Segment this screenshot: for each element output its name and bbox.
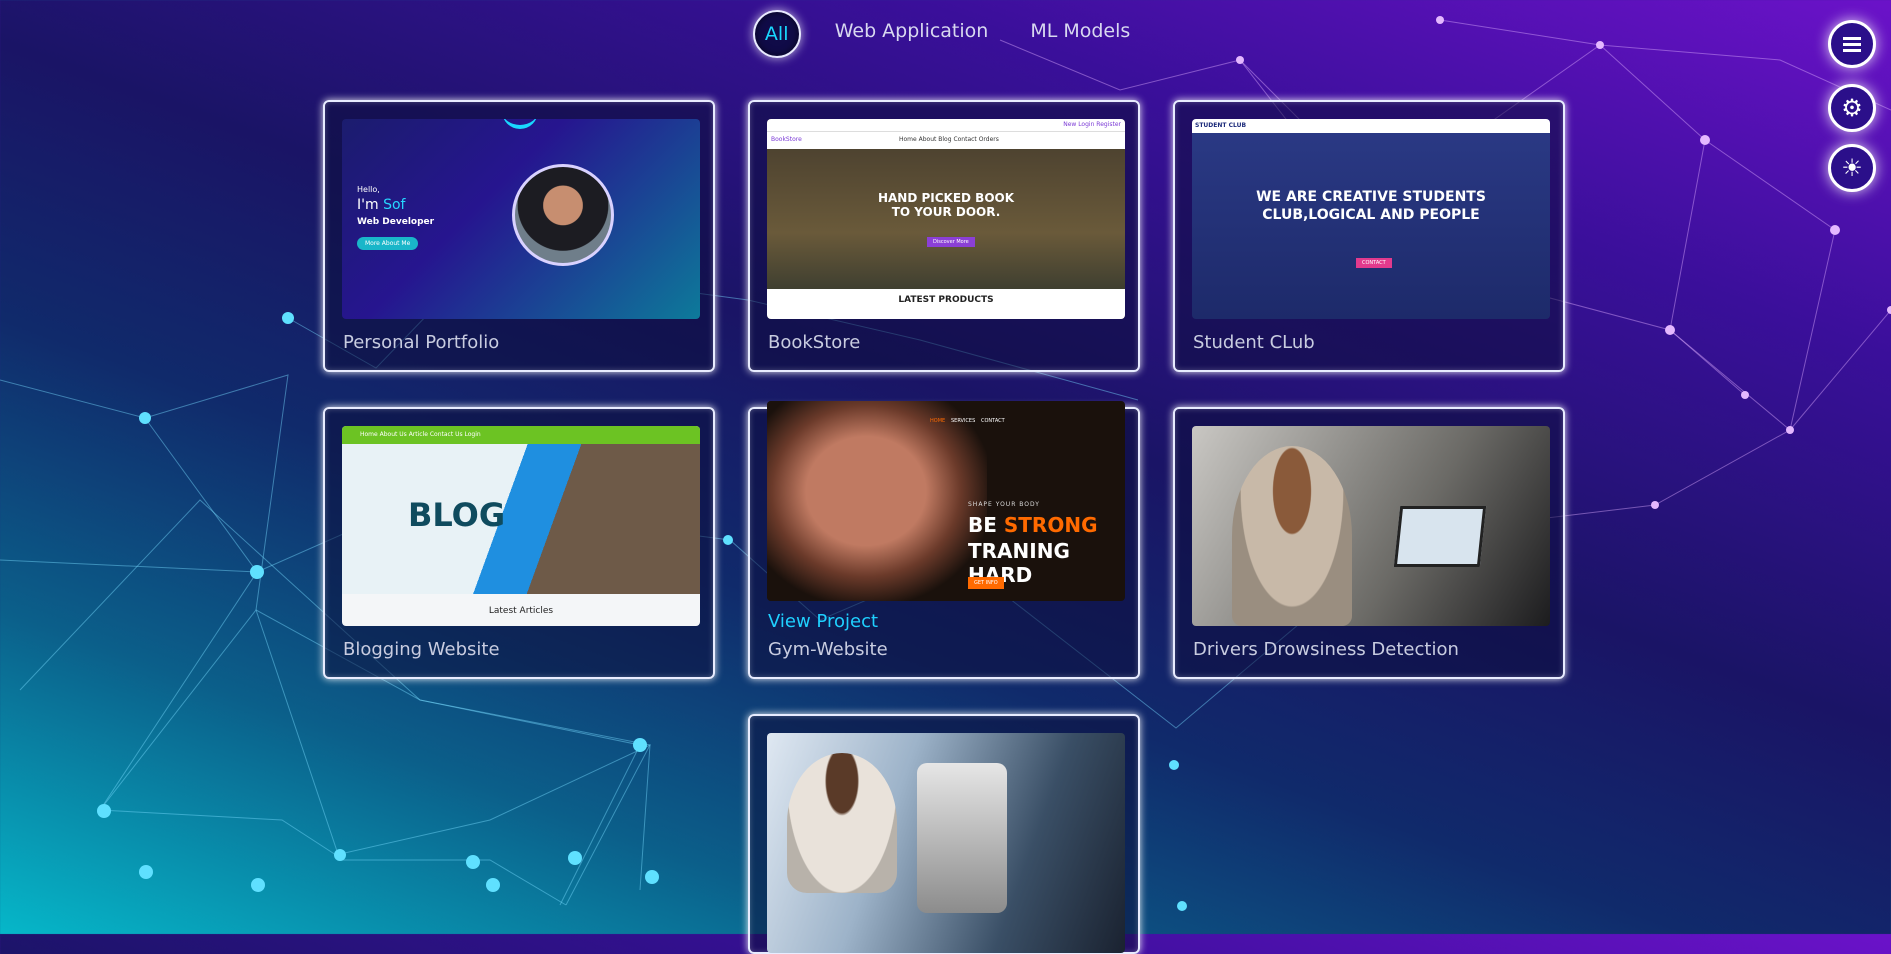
- thumb-role: Web Developer: [357, 217, 435, 227]
- filter-ml-models[interactable]: ML Models: [1022, 10, 1138, 58]
- thumb-intro: I'm Sof: [357, 197, 406, 213]
- settings-button[interactable]: ⚙: [1828, 84, 1876, 132]
- thumb-cta: CONTACT: [1356, 258, 1392, 268]
- thumb-nav: Home About Us Article Contact Us Login: [360, 431, 481, 438]
- project-title: Personal Portfolio: [343, 332, 500, 353]
- project-thumbnail: New Login Register BookStore Home About …: [767, 119, 1125, 319]
- project-card-gym-website[interactable]: HOME SERVICES CONTACT SHAPE YOUR BODY BE…: [748, 401, 1140, 679]
- thumb-section-title: LATEST PRODUCTS: [898, 295, 994, 305]
- thumb-top-links: New Login Register: [1063, 121, 1121, 128]
- project-thumbnail: STUDENT CLUB WE ARE CREATIVE STUDENTS CL…: [1192, 119, 1550, 319]
- project-thumbnail: [1192, 426, 1550, 626]
- thumb-cta: GET INFO: [968, 577, 1004, 589]
- project-filter-bar: All Web Application ML Models: [0, 10, 1891, 58]
- gear-icon: ⚙: [1841, 94, 1863, 122]
- project-thumbnail: HOME SERVICES CONTACT SHAPE YOUR BODY BE…: [767, 401, 1125, 601]
- thumb-greeting: Hello,: [357, 185, 380, 194]
- filter-all[interactable]: All: [752, 10, 801, 58]
- thumb-more-button: More About Me: [357, 237, 419, 250]
- project-title: Blogging Website: [343, 639, 500, 660]
- project-thumbnail: Home About Us Article Contact Us Login B…: [342, 426, 700, 626]
- thumb-decoration: [502, 119, 538, 129]
- theme-toggle-button[interactable]: ☀: [1828, 144, 1876, 192]
- thumb-nav-services: SERVICES: [951, 418, 976, 424]
- thumb-avatar: [512, 164, 614, 266]
- sun-icon: ☀: [1841, 154, 1863, 182]
- thumb-brand: STUDENT CLUB: [1195, 122, 1247, 129]
- view-project-link[interactable]: View Project: [768, 611, 878, 632]
- thumb-headline-2: CLUB,LOGICAL AND PEOPLE: [1262, 207, 1480, 223]
- thumb-hero-text: BLOG: [408, 496, 506, 534]
- project-title: Student CLub: [1193, 332, 1315, 353]
- filter-web-application[interactable]: Web Application: [827, 10, 997, 58]
- project-card-personal-portfolio[interactable]: Hello, I'm Sof Web Developer More About …: [323, 100, 715, 372]
- project-card-bookstore[interactable]: New Login Register BookStore Home About …: [748, 100, 1140, 372]
- thumb-headline: HAND PICKED BOOK: [877, 191, 1015, 205]
- thumb-nav: Home About Blog Contact Orders: [899, 136, 999, 143]
- thumb-headline: WE ARE CREATIVE STUDENTS: [1256, 189, 1486, 205]
- project-thumbnail: [767, 733, 1125, 953]
- thumb-cta: Discover More: [927, 237, 975, 247]
- menu-icon: [1843, 37, 1861, 52]
- thumb-caption: Latest Articles: [488, 606, 554, 616]
- project-title: Drivers Drowsiness Detection: [1193, 639, 1459, 660]
- menu-button[interactable]: [1828, 20, 1876, 68]
- project-title: Gym-Website: [768, 639, 888, 660]
- thumb-brand: BookStore: [771, 136, 802, 143]
- project-thumbnail: Hello, I'm Sof Web Developer More About …: [342, 119, 700, 319]
- project-card-blogging-website[interactable]: Home About Us Article Contact Us Login B…: [323, 407, 715, 679]
- project-title: BookStore: [768, 332, 861, 353]
- project-card-student-club[interactable]: STUDENT CLUB WE ARE CREATIVE STUDENTS CL…: [1173, 100, 1565, 372]
- thumb-headline: BE STRONG: [968, 513, 1098, 537]
- thumb-nav-contact: CONTACT: [981, 418, 1005, 424]
- thumb-nav-home: HOME: [930, 418, 946, 424]
- project-card-drivers-drowsiness-detection[interactable]: Drivers Drowsiness Detection: [1173, 407, 1565, 679]
- thumb-tagline: SHAPE YOUR BODY: [968, 501, 1040, 508]
- thumb-headline-2: TO YOUR DOOR.: [891, 205, 1001, 219]
- project-card-lab[interactable]: [748, 714, 1140, 954]
